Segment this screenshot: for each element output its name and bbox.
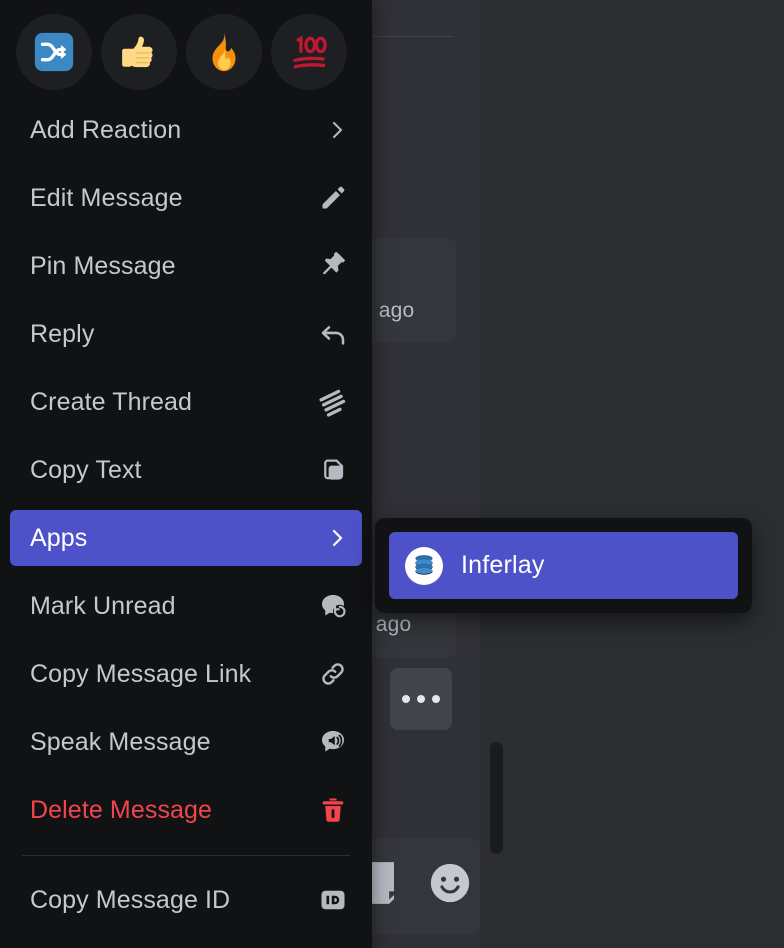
- thread-icon: [316, 385, 350, 419]
- menu-item-label: Copy Text: [30, 455, 142, 484]
- apps-submenu: Inferlay: [375, 518, 752, 613]
- id-badge-icon: [316, 883, 350, 917]
- menu-item-apps[interactable]: Apps: [10, 510, 362, 566]
- pin-icon: [316, 249, 350, 283]
- menu-item-pin-message[interactable]: Pin Message: [10, 238, 362, 294]
- copy-icon: [316, 453, 350, 487]
- message-column-hover: [372, 0, 480, 948]
- menu-item-label: Copy Message Link: [30, 659, 252, 688]
- menu-item-mark-unread[interactable]: Mark Unread: [10, 578, 362, 634]
- menu-item-create-thread[interactable]: Create Thread: [10, 374, 362, 430]
- quick-reaction-fire[interactable]: [186, 14, 262, 90]
- date-divider: [372, 36, 454, 37]
- menu-item-label: Copy Message ID: [30, 885, 231, 914]
- menu-item-label: Pin Message: [30, 251, 176, 280]
- quick-reaction-hundred[interactable]: [271, 14, 347, 90]
- menu-item-label: Reply: [30, 319, 95, 348]
- submenu-item-label: Inferlay: [461, 551, 545, 579]
- hundred-emoji: [293, 35, 327, 69]
- more-options-button[interactable]: [390, 668, 452, 730]
- thumbsup-emoji: [122, 36, 153, 68]
- chevron-right-icon: [324, 525, 350, 551]
- inferlay-app-icon: [405, 546, 443, 585]
- menu-item-label: Mark Unread: [30, 591, 176, 620]
- menu-item-add-reaction[interactable]: Add Reaction: [10, 102, 362, 158]
- shuffle-emoji: [34, 32, 74, 72]
- menu-item-label: Apps: [30, 523, 88, 552]
- quick-reaction-thumbsup[interactable]: [101, 14, 177, 90]
- link-icon: [316, 657, 350, 691]
- chat-scrollbar[interactable]: [490, 742, 503, 854]
- chevron-right-icon: [324, 117, 350, 143]
- menu-divider: [22, 855, 350, 856]
- context-menu-items: Add Reaction Edit Message Pin Message Re…: [0, 102, 372, 940]
- quick-reaction-row: [0, 0, 372, 102]
- menu-item-label: Speak Message: [30, 727, 211, 756]
- quick-reaction-shuffle[interactable]: [16, 14, 92, 90]
- trash-icon: [316, 793, 350, 827]
- menu-item-label: Delete Message: [30, 795, 213, 824]
- message-context-menu: Add Reaction Edit Message Pin Message Re…: [0, 0, 372, 948]
- add-reaction-smiley-button[interactable]: [420, 853, 480, 913]
- ellipsis-dot: [402, 695, 410, 703]
- pencil-icon: [316, 181, 350, 215]
- mark-unread-icon: [316, 589, 350, 623]
- menu-item-copy-text[interactable]: Copy Text: [10, 442, 362, 498]
- menu-item-edit-message[interactable]: Edit Message: [10, 170, 362, 226]
- menu-item-copy-message-link[interactable]: Copy Message Link: [10, 646, 362, 702]
- speaker-icon: [316, 725, 350, 759]
- menu-item-label: Add Reaction: [30, 115, 182, 144]
- ellipsis-dot: [417, 695, 425, 703]
- submenu-item-inferlay[interactable]: Inferlay: [389, 532, 738, 599]
- menu-item-label: Edit Message: [30, 183, 183, 212]
- menu-item-speak-message[interactable]: Speak Message: [10, 714, 362, 770]
- menu-item-delete-message[interactable]: Delete Message: [10, 782, 362, 838]
- menu-item-copy-message-id[interactable]: Copy Message ID: [10, 872, 362, 928]
- discord-context-menu-screen: m ago m ago Add Reaction Edit Message Pi…: [0, 0, 784, 948]
- reply-arrow-icon: [316, 317, 350, 351]
- menu-item-label: Create Thread: [30, 387, 193, 416]
- menu-item-reply[interactable]: Reply: [10, 306, 362, 362]
- fire-emoji: [212, 32, 236, 72]
- ellipsis-dot: [432, 695, 440, 703]
